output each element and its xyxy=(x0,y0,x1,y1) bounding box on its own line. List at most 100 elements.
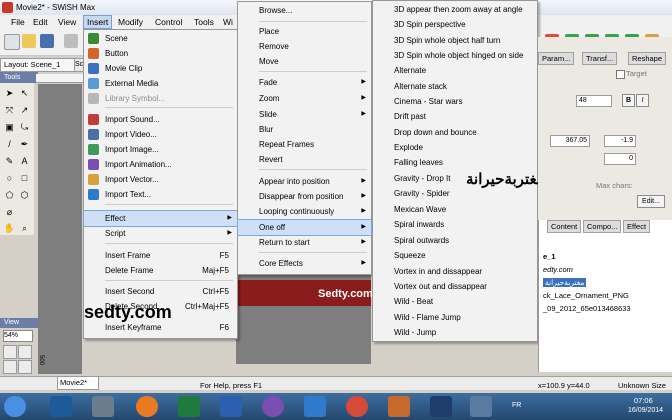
print-icon[interactable] xyxy=(64,34,78,48)
value-field-1[interactable]: 367.05 xyxy=(550,135,590,147)
transform-icon[interactable]: ⤧ xyxy=(3,104,16,117)
menu-item-button[interactable]: Button xyxy=(84,46,237,61)
tab-transform[interactable]: Transf... xyxy=(582,52,618,65)
effect-place[interactable]: Place xyxy=(238,24,371,39)
menu-insert[interactable]: Insert xyxy=(83,15,113,29)
effect-looping-continuously[interactable]: Looping continuously ▶ xyxy=(238,204,371,219)
tab-content[interactable]: Content xyxy=(547,220,582,233)
effect-revert[interactable]: Revert xyxy=(238,152,371,167)
motion-path-icon[interactable]: ⤿ xyxy=(18,121,31,134)
language-indicator[interactable]: FR xyxy=(512,402,521,409)
oneoff-drop-down-bounce[interactable]: Drop down and bounce xyxy=(373,125,537,140)
swish-icon[interactable] xyxy=(388,396,410,417)
oneoff-alternate-stack[interactable]: Alternate stack xyxy=(373,79,537,94)
viber-icon[interactable] xyxy=(262,396,284,417)
eyedropper-icon[interactable]: ⌀ xyxy=(3,206,16,219)
menu-window[interactable]: Wi xyxy=(220,16,236,28)
menu-item-import-sound[interactable]: Import Sound... xyxy=(84,112,237,127)
effect-fade[interactable]: Fade ▶ xyxy=(238,75,371,90)
effect-blur[interactable]: Blur xyxy=(238,122,371,137)
menu-item-movie-clip[interactable]: Movie Clip xyxy=(84,61,237,76)
oneoff-wild-jump[interactable]: Wild - Jump xyxy=(373,325,537,340)
tab-effect[interactable]: Effect xyxy=(623,220,651,233)
menu-item-import-text[interactable]: Import Text... xyxy=(84,187,237,202)
bold-button[interactable]: B xyxy=(622,94,635,107)
effect-repeat-frames[interactable]: Repeat Frames xyxy=(238,137,371,152)
outline-row-image-2[interactable]: _09_2012_65e013468633 xyxy=(543,304,631,313)
media-player-icon[interactable] xyxy=(50,396,72,417)
subselect-icon[interactable]: ↖ xyxy=(18,87,31,100)
effect-zoom[interactable]: Zoom ▶ xyxy=(238,91,371,106)
value-field-2[interactable]: -1.9 xyxy=(604,135,636,147)
app-icon-misc[interactable] xyxy=(470,396,492,417)
photoshop-icon[interactable] xyxy=(430,396,452,417)
zoom-out-icon[interactable] xyxy=(18,345,32,359)
menu-item-script[interactable]: Script ▶ xyxy=(84,226,237,241)
select-arrow-icon[interactable]: ➤ xyxy=(3,87,16,100)
oneoff-wild-beat[interactable]: Wild - Beat xyxy=(373,294,537,309)
oneoff-mexican-wave[interactable]: Mexican Wave xyxy=(373,202,537,217)
oneoff-vortex-out[interactable]: Vortex out and dissappear xyxy=(373,279,537,294)
value-field-3[interactable]: 0 xyxy=(604,153,636,165)
menu-item-import-video[interactable]: Import Video... xyxy=(84,127,237,142)
oneoff-vortex-in[interactable]: Vortex in and dissappear xyxy=(373,264,537,279)
menu-view[interactable]: View xyxy=(55,16,79,28)
camera-icon[interactable] xyxy=(92,396,114,417)
menu-edit[interactable]: Edit xyxy=(30,16,51,28)
effect-remove[interactable]: Remove xyxy=(238,39,371,54)
word-icon[interactable] xyxy=(220,396,242,417)
effect-disappear-from-position[interactable]: Disappear from position ▶ xyxy=(238,189,371,204)
reshape-icon[interactable]: ↗ xyxy=(18,104,31,117)
clock-date[interactable]: 16/09/2014 xyxy=(628,407,663,414)
outline-row-text[interactable]: edty.com xyxy=(543,265,573,274)
tab-components[interactable]: Compo... xyxy=(583,220,622,233)
outline-row-image-1[interactable]: ck_Lace_Ornament_PNG xyxy=(543,291,629,300)
target-checkbox[interactable] xyxy=(616,70,625,79)
effect-appear-into-position[interactable]: Appear into position ▶ xyxy=(238,174,371,189)
effect-move[interactable]: Move xyxy=(238,54,371,69)
hand-icon[interactable]: ✋ xyxy=(3,222,16,235)
menu-tools[interactable]: Tools xyxy=(191,16,217,28)
oneoff-spiral-outwards[interactable]: Spiral outwards xyxy=(373,233,537,248)
oneoff-alternate[interactable]: Alternate xyxy=(373,63,537,78)
pen-icon[interactable]: ✒ xyxy=(18,138,31,151)
open-folder-icon[interactable] xyxy=(22,34,36,48)
document-tab[interactable]: Movie2* xyxy=(57,376,99,390)
start-button-icon[interactable] xyxy=(4,396,26,417)
new-file-icon[interactable] xyxy=(4,34,20,50)
font-size-field[interactable]: 48 xyxy=(576,95,612,107)
menu-item-import-vector[interactable]: Import Vector... xyxy=(84,172,237,187)
oneoff-drift-past[interactable]: Drift past xyxy=(373,109,537,124)
oneoff-3d-spin-half-turn[interactable]: 3D Spin whole object half turn xyxy=(373,33,537,48)
outline-row-selected[interactable]: مغتربةحيرانة xyxy=(543,278,587,287)
skype-icon[interactable] xyxy=(304,396,326,417)
italic-button[interactable]: I xyxy=(636,94,649,107)
menu-item-insert-second[interactable]: Insert Second Ctrl+F5 xyxy=(84,284,237,299)
text-tool-icon[interactable]: A xyxy=(18,155,31,168)
oneoff-3d-appear-zoom[interactable]: 3D appear then zoom away at angle xyxy=(373,2,537,17)
outline-row-scene[interactable]: e_1 xyxy=(543,252,556,261)
clock-time[interactable]: 07:06 xyxy=(634,396,653,405)
save-icon[interactable] xyxy=(40,34,54,48)
effect-one-off[interactable]: One off ▶ xyxy=(237,219,372,236)
excel-icon[interactable] xyxy=(178,396,200,417)
effect-browse[interactable]: Browse... xyxy=(238,3,371,18)
fill-transform-icon[interactable]: ▣ xyxy=(3,121,16,134)
menu-item-delete-frame[interactable]: Delete Frame Maj+F5 xyxy=(84,263,237,278)
menu-item-import-animation[interactable]: Import Animation... xyxy=(84,157,237,172)
autoshape-2-icon[interactable]: ⬡ xyxy=(18,189,31,202)
effect-slide[interactable]: Slide ▶ xyxy=(238,107,371,122)
oneoff-cinema-star-wars[interactable]: Cinema - Star wars xyxy=(373,94,537,109)
menu-control[interactable]: Control xyxy=(152,16,185,28)
ellipse-icon[interactable]: ○ xyxy=(3,172,16,185)
menu-item-external-media[interactable]: External Media xyxy=(84,76,237,91)
layout-tab[interactable]: Layout: Scene_1 xyxy=(0,58,75,72)
menu-item-effect[interactable]: Effect ▶ xyxy=(83,210,238,227)
oneoff-3d-spin-perspective[interactable]: 3D Spin perspective xyxy=(373,17,537,32)
line-icon[interactable]: / xyxy=(3,138,16,151)
menu-file[interactable]: File xyxy=(8,16,28,28)
zoom-in-icon[interactable] xyxy=(3,345,17,359)
zoom-icon[interactable]: ⌕ xyxy=(18,222,31,235)
autoshape-icon[interactable]: ⬠ xyxy=(3,189,16,202)
oneoff-spiral-inwards[interactable]: Spiral inwards xyxy=(373,217,537,232)
